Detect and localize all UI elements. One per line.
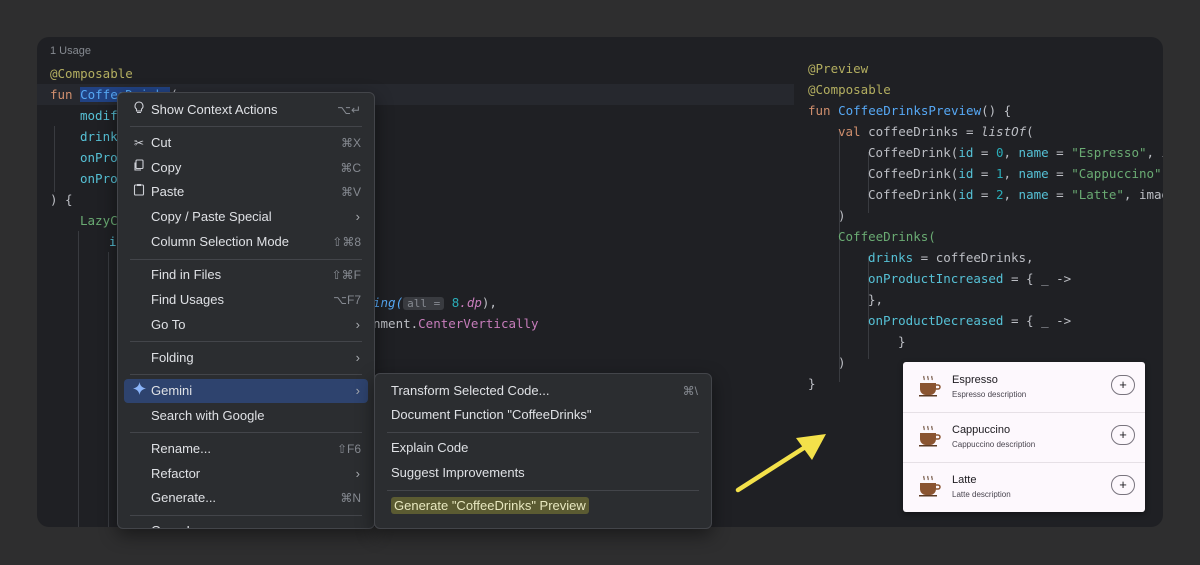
code-line: CoffeeDrink(id = 2, name = "Latte", imag [868, 187, 1163, 202]
usage-hint[interactable]: 1 Usage [50, 45, 91, 57]
coffee-cup-icon [919, 425, 941, 447]
code-line: CoffeeDrink(id = 1, name = "Cappuccino", [868, 166, 1163, 181]
code-line: val coffeeDrinks = listOf( [838, 124, 1034, 139]
clipboard-icon [132, 180, 146, 204]
code-line: drink [80, 129, 118, 144]
list-item: Latte Latte description + [903, 462, 1145, 512]
list-item: Cappuccino Cappuccino description + [903, 412, 1145, 463]
increase-button[interactable]: + [1111, 375, 1135, 395]
code-line: } [898, 334, 906, 349]
submenu-item-explain-code[interactable]: Explain Code [381, 436, 705, 460]
menu-item-go-to[interactable]: Go To › [124, 313, 368, 337]
chevron-right-icon: › [355, 466, 360, 481]
list-item: Espresso Espresso description + [903, 362, 1145, 413]
chevron-right-icon: › [355, 350, 360, 365]
menu-item-show-context-actions[interactable]: Show Context Actions ⌥↵ [124, 98, 368, 122]
code-line: @Preview [808, 61, 869, 76]
arrow-annotation [735, 434, 826, 493]
coffee-cup-icon [919, 375, 941, 397]
submenu-item-transform-selected-code[interactable]: Transform Selected Code... ⌘\ [381, 379, 705, 403]
code-line: ing(all = 8.dp), [373, 295, 497, 310]
indent-guide [108, 252, 109, 527]
code-line: fun CoffeeDrinksPreview() { [808, 103, 1012, 118]
indent-guide [54, 126, 55, 192]
code-line: ) { [50, 192, 73, 207]
code-line: } [808, 376, 816, 391]
menu-item-find-usages[interactable]: Find Usages ⌥F7 [124, 288, 368, 312]
gemini-sparkle-icon [132, 379, 146, 403]
scissors-icon: ✂ [133, 136, 145, 150]
context-menu: Show Context Actions ⌥↵ ✂ Cut ⌘X Copy ⌘C Pa… [117, 92, 375, 529]
code-line: onProductDecreased = { _ -> [868, 313, 1072, 328]
indent-guide [78, 231, 79, 527]
increase-button[interactable]: + [1111, 475, 1135, 495]
parameter-hint: all = [403, 297, 445, 310]
highlighted-label: Generate "CoffeeDrinks" Preview [391, 497, 589, 514]
code-line: @Composable [50, 66, 133, 81]
chevron-right-icon: › [355, 383, 360, 398]
menu-item-folding[interactable]: Folding › [124, 346, 368, 370]
submenu-item-generate-preview[interactable]: Generate "CoffeeDrinks" Preview [381, 494, 705, 518]
code-line: onProductIncreased = { _ -> [868, 271, 1072, 286]
menu-item-paste[interactable]: Paste ⌘V [124, 180, 368, 204]
menu-item-generate[interactable]: Generate... ⌘N [124, 486, 368, 510]
code-line: ) [838, 208, 846, 223]
code-line: @Composable [808, 82, 891, 97]
chevron-right-icon: › [355, 209, 360, 224]
code-line: LazyC [80, 213, 118, 228]
code-line: }, [868, 292, 884, 307]
indent-guide [839, 131, 840, 382]
menu-item-refactor[interactable]: Refactor › [124, 462, 368, 486]
code-line: CoffeeDrinks( [838, 229, 936, 244]
increase-button[interactable]: + [1111, 425, 1135, 445]
copy-icon [132, 156, 146, 180]
submenu-item-document-function[interactable]: Document Function "CoffeeDrinks" [381, 403, 705, 427]
submenu-item-suggest-improvements[interactable]: Suggest Improvements [381, 461, 705, 485]
code-line: nment.CenterVertically [373, 316, 539, 331]
menu-item-cut[interactable]: ✂ Cut ⌘X [124, 131, 368, 155]
lightbulb-icon [132, 98, 146, 122]
compose-preview-panel: Espresso Espresso description + Cappucci… [903, 362, 1145, 512]
menu-item-search-with-google[interactable]: Search with Google [124, 404, 368, 428]
code-line: i [109, 234, 117, 249]
code-line: CoffeeDrink(id = 0, name = "Espresso", i [868, 145, 1163, 160]
menu-item-copy[interactable]: Copy ⌘C [124, 156, 368, 180]
menu-item-rename[interactable]: Rename... ⇧F6 [124, 437, 368, 461]
code-line: onPro [80, 150, 118, 165]
code-line: drinks = coffeeDrinks, [868, 250, 1034, 265]
menu-item-find-in-files[interactable]: Find in Files ⇧⌘F [124, 263, 368, 287]
menu-item-column-selection-mode[interactable]: Column Selection Mode ⇧⌘8 [124, 230, 368, 254]
coffee-cup-icon [919, 475, 941, 497]
code-line: modif [80, 108, 118, 123]
gemini-submenu: Transform Selected Code... ⌘\ Document Fu… [374, 373, 712, 529]
chevron-right-icon: › [355, 317, 360, 332]
code-line: ) [838, 355, 846, 370]
menu-item-open-in[interactable]: Open In [124, 519, 368, 528]
menu-item-gemini[interactable]: Gemini › [124, 379, 368, 403]
code-line: onPro [80, 171, 118, 186]
menu-item-copy-paste-special[interactable]: Copy / Paste Special › [124, 205, 368, 229]
